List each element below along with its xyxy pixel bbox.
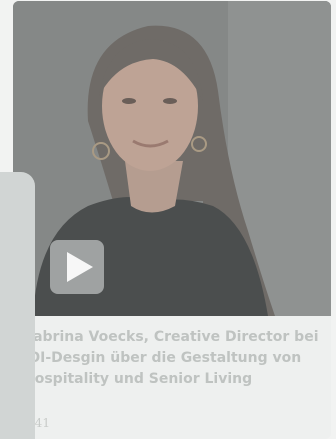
video-caption[interactable]: Sabrina Voecks, Creative Director bei JO… [23, 327, 323, 390]
play-button[interactable] [50, 240, 104, 294]
play-icon [67, 252, 93, 282]
video-thumbnail[interactable] [13, 1, 331, 316]
video-card[interactable]: Sabrina Voecks, Creative Director bei JO… [13, 1, 331, 439]
side-panel[interactable] [0, 172, 35, 439]
